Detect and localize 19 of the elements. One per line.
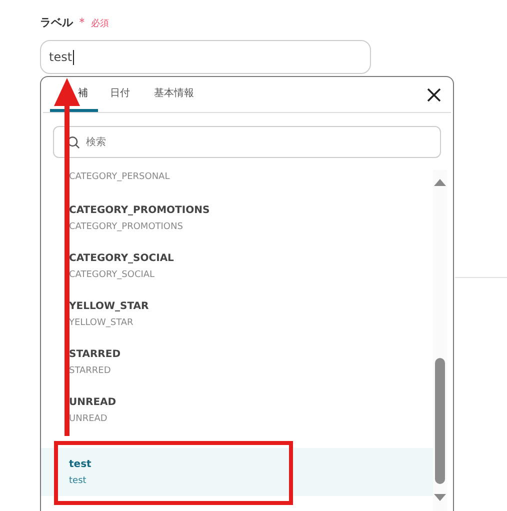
tab[interactable]: 日付: [98, 77, 142, 112]
required-label: 必須: [91, 18, 109, 30]
option-item[interactable]: CATEGORY_SOCIAL CATEGORY_SOCIAL: [41, 242, 433, 290]
label-input[interactable]: test: [40, 40, 371, 74]
option-item[interactable]: CATEGORY_PROMOTIONS CATEGORY_PROMOTIONS: [41, 194, 433, 242]
scroll-up-icon[interactable]: [434, 178, 446, 186]
field-label: ラベル: [40, 15, 73, 30]
tab[interactable]: 基本情報: [142, 77, 206, 112]
option-item[interactable]: STARRED STARRED: [41, 338, 433, 386]
option-item[interactable]: CATEGORY_PERSONAL: [41, 170, 433, 194]
scrollbar[interactable]: [433, 170, 447, 511]
scroll-down-icon[interactable]: [434, 494, 446, 502]
option-item[interactable]: YELLOW_STAR YELLOW_STAR: [41, 290, 433, 338]
required-mark: ＊: [76, 14, 88, 31]
option-item[interactable]: UNREAD UNREAD: [41, 386, 433, 434]
search-field[interactable]: 検索: [53, 126, 441, 158]
search-icon: [67, 136, 80, 149]
close-icon[interactable]: [427, 88, 441, 102]
option-item[interactable]: test test: [41, 448, 433, 496]
